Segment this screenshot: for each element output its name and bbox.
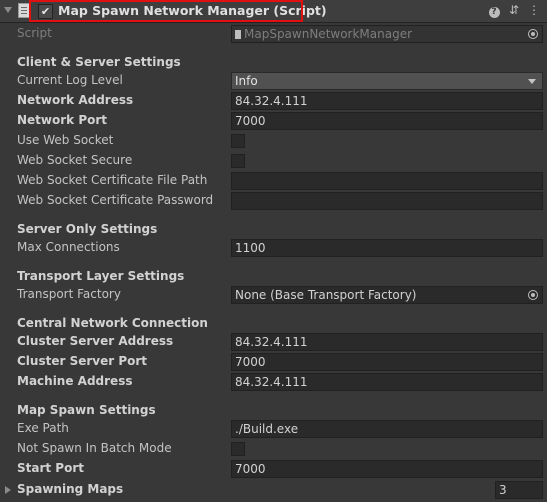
start-port-field[interactable]: 7000 bbox=[231, 460, 543, 478]
use-web-socket-checkbox[interactable] bbox=[231, 134, 245, 148]
cluster-address-field[interactable]: 84.32.4.111 bbox=[231, 333, 543, 351]
component-header: ✔ Map Spawn Network Manager (Script) ? ⇵… bbox=[0, 0, 547, 23]
foldout-arrow-icon[interactable] bbox=[4, 7, 12, 13]
max-connections-field[interactable]: 1100 bbox=[231, 239, 543, 257]
cluster-port-field[interactable]: 7000 bbox=[231, 353, 543, 371]
machine-address-label: Machine Address bbox=[17, 374, 133, 388]
log-level-value: Info bbox=[235, 74, 258, 88]
script-asset-icon bbox=[235, 30, 241, 39]
not-spawn-batch-checkbox[interactable] bbox=[231, 442, 245, 456]
cluster-port-label: Cluster Server Port bbox=[17, 354, 148, 368]
network-port-label: Network Port bbox=[17, 113, 108, 127]
object-picker-icon[interactable] bbox=[528, 29, 538, 39]
cert-password-field[interactable] bbox=[231, 192, 543, 210]
transport-factory-value: None (Base Transport Factory) bbox=[235, 288, 417, 302]
spawning-maps-size-field[interactable]: 3 bbox=[495, 481, 543, 499]
transport-factory-label: Transport Factory bbox=[17, 287, 121, 301]
exe-path-field[interactable]: ./Build.exe bbox=[231, 420, 543, 438]
exe-path-label: Exe Path bbox=[17, 421, 69, 435]
script-label: Script bbox=[17, 26, 52, 40]
context-menu-icon[interactable]: ⋮ bbox=[527, 3, 541, 17]
help-icon[interactable]: ? bbox=[487, 3, 501, 18]
script-field-value: MapSpawnNetworkManager bbox=[244, 27, 413, 41]
transport-factory-field[interactable]: None (Base Transport Factory) bbox=[231, 286, 543, 304]
max-connections-label: Max Connections bbox=[17, 240, 120, 254]
log-level-label: Current Log Level bbox=[17, 73, 123, 87]
machine-address-field[interactable]: 84.32.4.111 bbox=[231, 373, 543, 391]
network-address-label: Network Address bbox=[17, 93, 134, 107]
transport-heading: Transport Layer Settings bbox=[17, 269, 185, 283]
cert-password-label: Web Socket Certificate Password bbox=[17, 193, 214, 207]
map-spawn-heading: Map Spawn Settings bbox=[17, 403, 156, 417]
not-spawn-batch-label: Not Spawn In Batch Mode bbox=[17, 441, 172, 455]
presets-icon[interactable]: ⇵ bbox=[507, 3, 521, 17]
log-level-dropdown[interactable]: Info bbox=[231, 72, 543, 90]
chevron-down-icon bbox=[528, 79, 536, 84]
web-socket-secure-checkbox[interactable] bbox=[231, 154, 245, 168]
server-only-heading: Server Only Settings bbox=[17, 222, 158, 236]
client-server-heading: Client & Server Settings bbox=[17, 55, 181, 69]
use-web-socket-label: Use Web Socket bbox=[17, 133, 114, 147]
spawning-maps-foldout-icon[interactable] bbox=[5, 486, 11, 494]
spawning-maps-label[interactable]: Spawning Maps bbox=[17, 482, 123, 496]
cert-path-label: Web Socket Certificate File Path bbox=[17, 173, 208, 187]
central-heading: Central Network Connection bbox=[17, 316, 208, 330]
script-field[interactable]: MapSpawnNetworkManager bbox=[231, 25, 543, 43]
cert-path-field[interactable] bbox=[231, 172, 543, 190]
cluster-address-label: Cluster Server Address bbox=[17, 334, 174, 348]
start-port-label: Start Port bbox=[17, 461, 85, 475]
object-picker-icon[interactable] bbox=[528, 290, 538, 300]
title-highlight-box bbox=[29, 0, 303, 22]
network-address-field[interactable]: 84.32.4.111 bbox=[231, 92, 543, 110]
network-port-field[interactable]: 7000 bbox=[231, 112, 543, 130]
web-socket-secure-label: Web Socket Secure bbox=[17, 153, 133, 167]
